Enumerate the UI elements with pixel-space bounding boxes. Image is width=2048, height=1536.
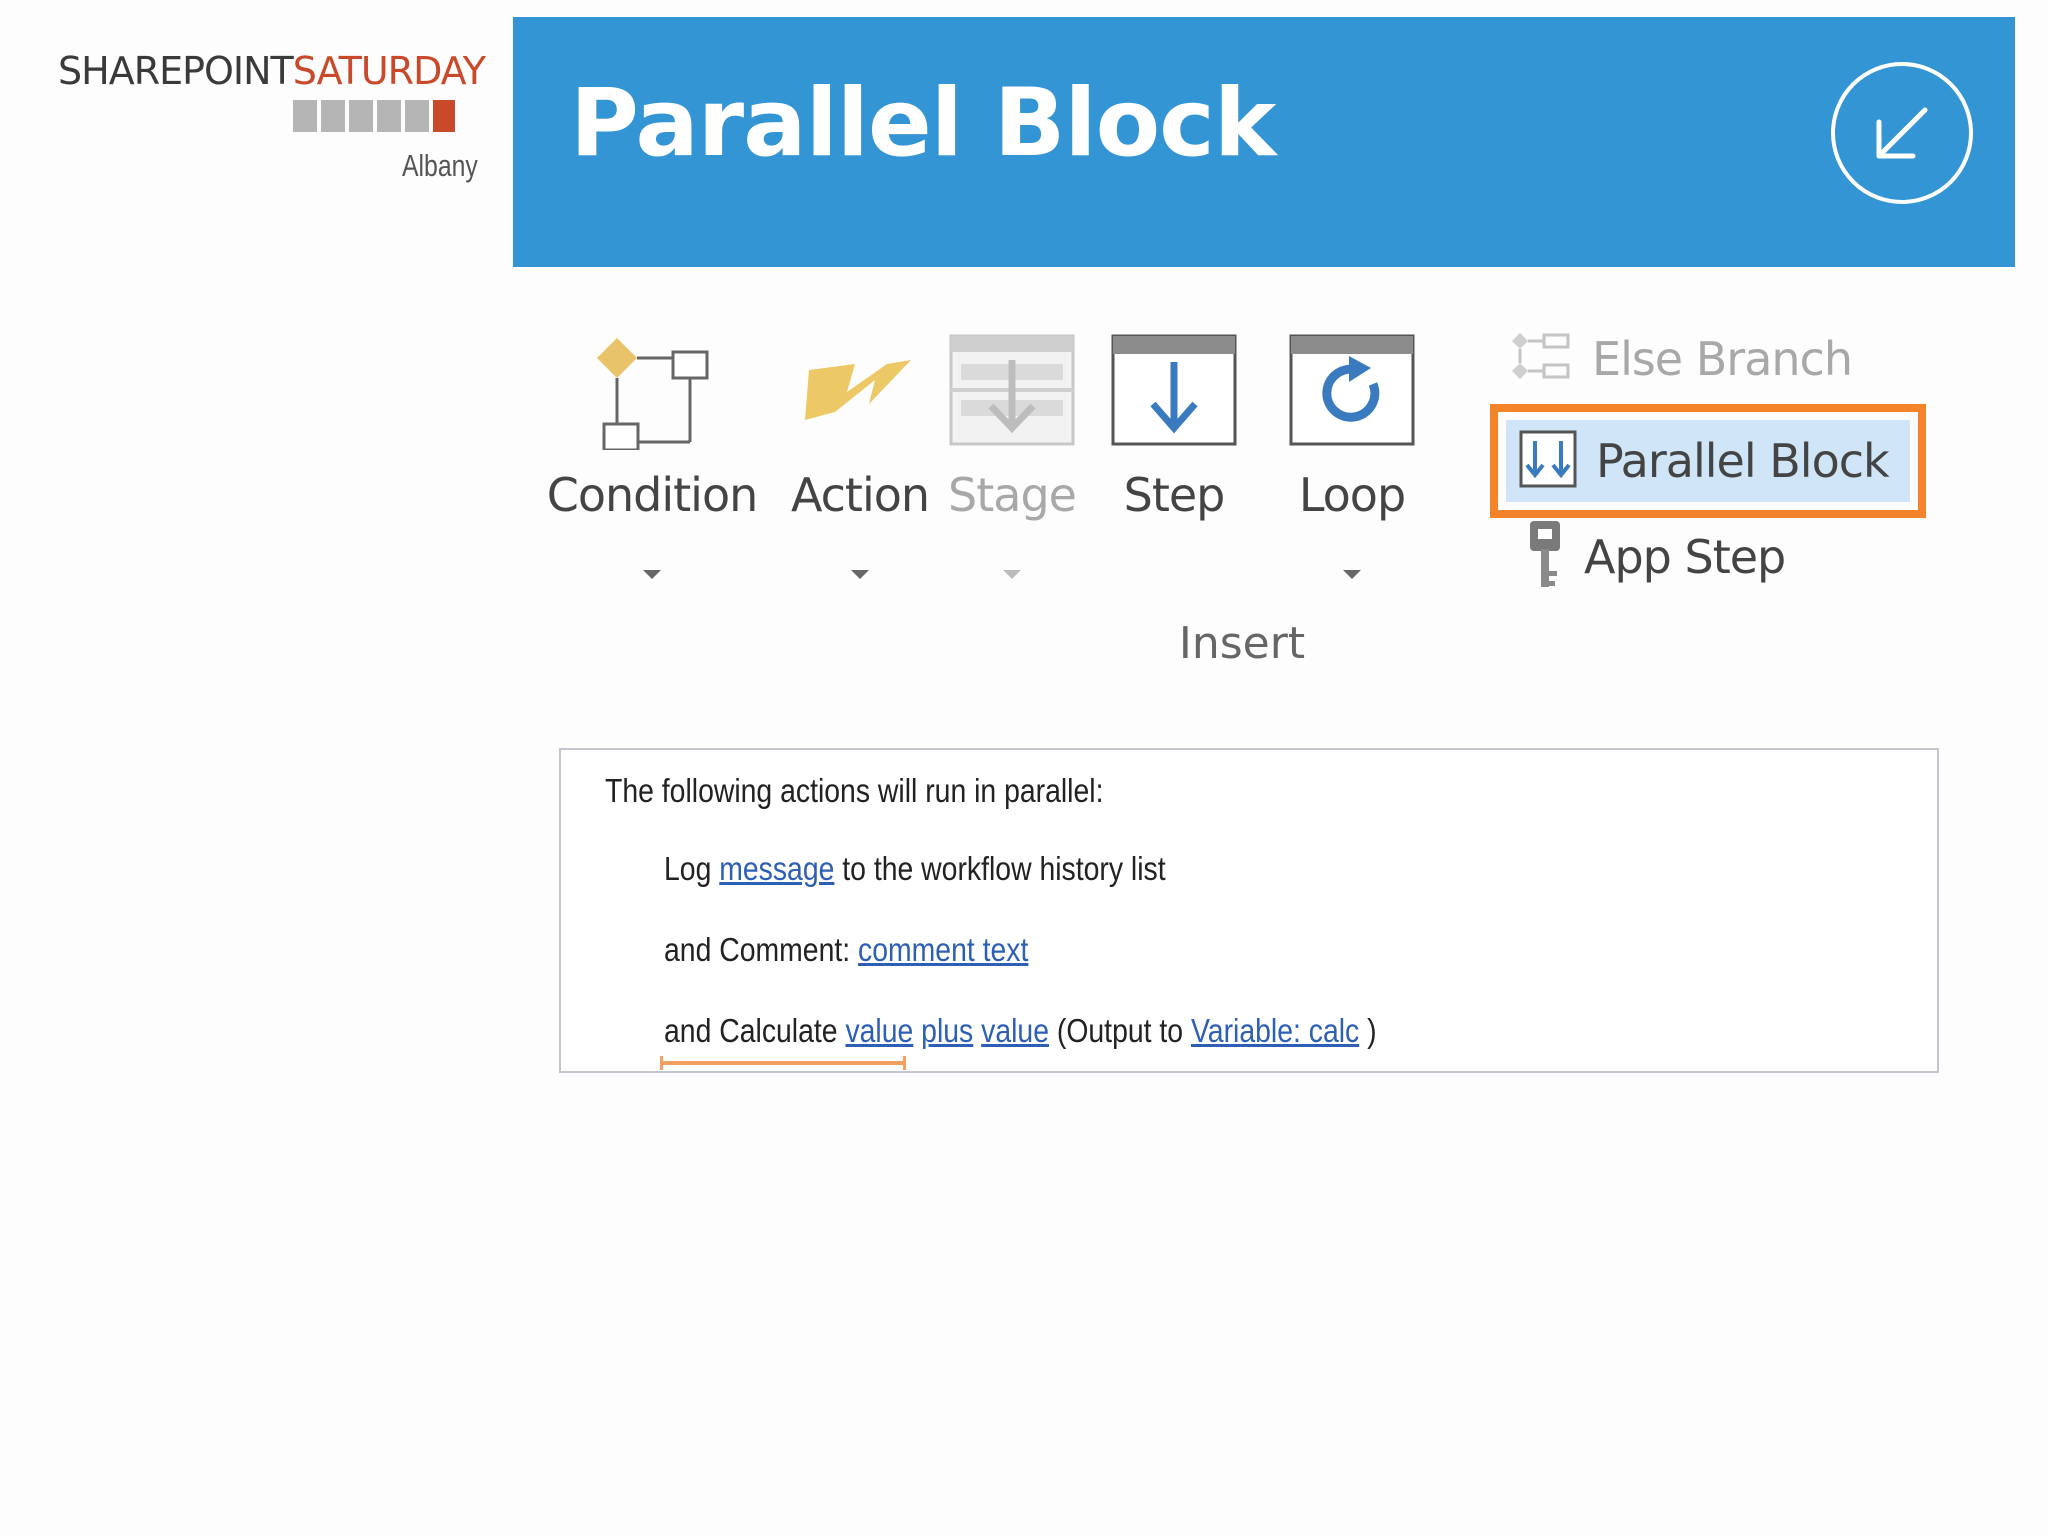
condition-icon	[587, 330, 717, 454]
parallel-block-icon	[1518, 429, 1578, 493]
calculate-action[interactable]: and Calculate value plus value (Output t…	[664, 1012, 1377, 1050]
logo-square	[293, 100, 317, 132]
output-prefix: (Output to	[1048, 1012, 1191, 1049]
logo-wordmark: SHAREPOINTSATURDAY	[58, 48, 486, 94]
chevron-down-icon	[1003, 570, 1021, 579]
arrow-down-left-circle-icon	[1831, 62, 1973, 204]
sharepoint-saturday-logo: SHAREPOINTSATURDAY Albany	[58, 48, 486, 198]
ribbon-insert-group: Condition Action Stage Step Loop Else Br…	[530, 318, 1970, 698]
page-title: Parallel Block	[570, 69, 1276, 178]
logo-city: Albany	[402, 148, 478, 183]
parallel-block-label: Parallel Block	[1596, 434, 1890, 488]
chevron-down-icon	[851, 570, 869, 579]
message-link[interactable]: message	[719, 850, 834, 887]
slide: SHAREPOINTSATURDAY Albany Parallel Block	[0, 0, 2048, 1536]
step-label: Step	[1123, 468, 1226, 522]
logo-square	[349, 100, 373, 132]
else-branch-label: Else Branch	[1592, 332, 1853, 386]
comment-text-link[interactable]: comment text	[858, 931, 1028, 968]
output-suffix: )	[1359, 1012, 1377, 1049]
title-banner: Parallel Block	[513, 17, 2015, 267]
step-button[interactable]: Step	[1104, 318, 1244, 598]
loop-button[interactable]: Loop	[1282, 318, 1422, 598]
ribbon-group-label: Insert	[1178, 618, 1306, 669]
stage-icon	[947, 330, 1077, 454]
value-link-1[interactable]: value	[845, 1012, 913, 1049]
variable-link[interactable]: Variable: calc	[1191, 1012, 1359, 1049]
logo-square	[405, 100, 429, 132]
parallel-block-header: The following actions will run in parall…	[605, 772, 1104, 809]
log-action[interactable]: Log message to the workflow history list	[664, 850, 1166, 888]
loop-icon	[1287, 330, 1417, 454]
logo-square	[321, 100, 345, 132]
app-step-button[interactable]: App Step	[1506, 516, 1836, 598]
logo-square	[377, 100, 401, 132]
condition-label: Condition	[546, 468, 759, 522]
logo-squares	[293, 100, 455, 132]
else-branch-icon	[1506, 323, 1574, 395]
key-icon	[1524, 519, 1566, 595]
loop-label: Loop	[1298, 468, 1406, 522]
else-branch-button[interactable]: Else Branch	[1506, 318, 1853, 400]
chevron-down-icon	[1343, 570, 1361, 579]
stage-button[interactable]: Stage	[946, 318, 1078, 598]
comment-prefix: and Comment:	[664, 931, 859, 968]
logo-square-accent	[433, 100, 455, 132]
step-arrow-icon	[1109, 330, 1239, 454]
workflow-designer: The following actions will run in parall…	[559, 748, 1939, 1073]
selection-underline	[660, 1056, 906, 1070]
logo-brand-part2: SATURDAY	[292, 49, 486, 93]
operator-link[interactable]: plus	[921, 1012, 973, 1049]
log-prefix: Log	[664, 850, 720, 887]
app-step-label: App Step	[1584, 530, 1786, 584]
value-link-2[interactable]: value	[981, 1012, 1049, 1049]
action-label: Action	[790, 468, 930, 522]
parallel-block-button[interactable]: Parallel Block	[1490, 404, 1926, 518]
lightning-icon	[795, 330, 925, 454]
chevron-down-icon	[643, 570, 661, 579]
log-suffix: to the workflow history list	[834, 850, 1166, 887]
comment-action[interactable]: and Comment: comment text	[664, 931, 1028, 969]
action-button[interactable]: Action	[776, 318, 944, 598]
condition-button[interactable]: Condition	[530, 318, 774, 598]
stage-label: Stage	[948, 468, 1077, 522]
logo-brand-part1: SHAREPOINT	[58, 49, 294, 93]
calculate-prefix: and Calculate	[664, 1012, 846, 1049]
